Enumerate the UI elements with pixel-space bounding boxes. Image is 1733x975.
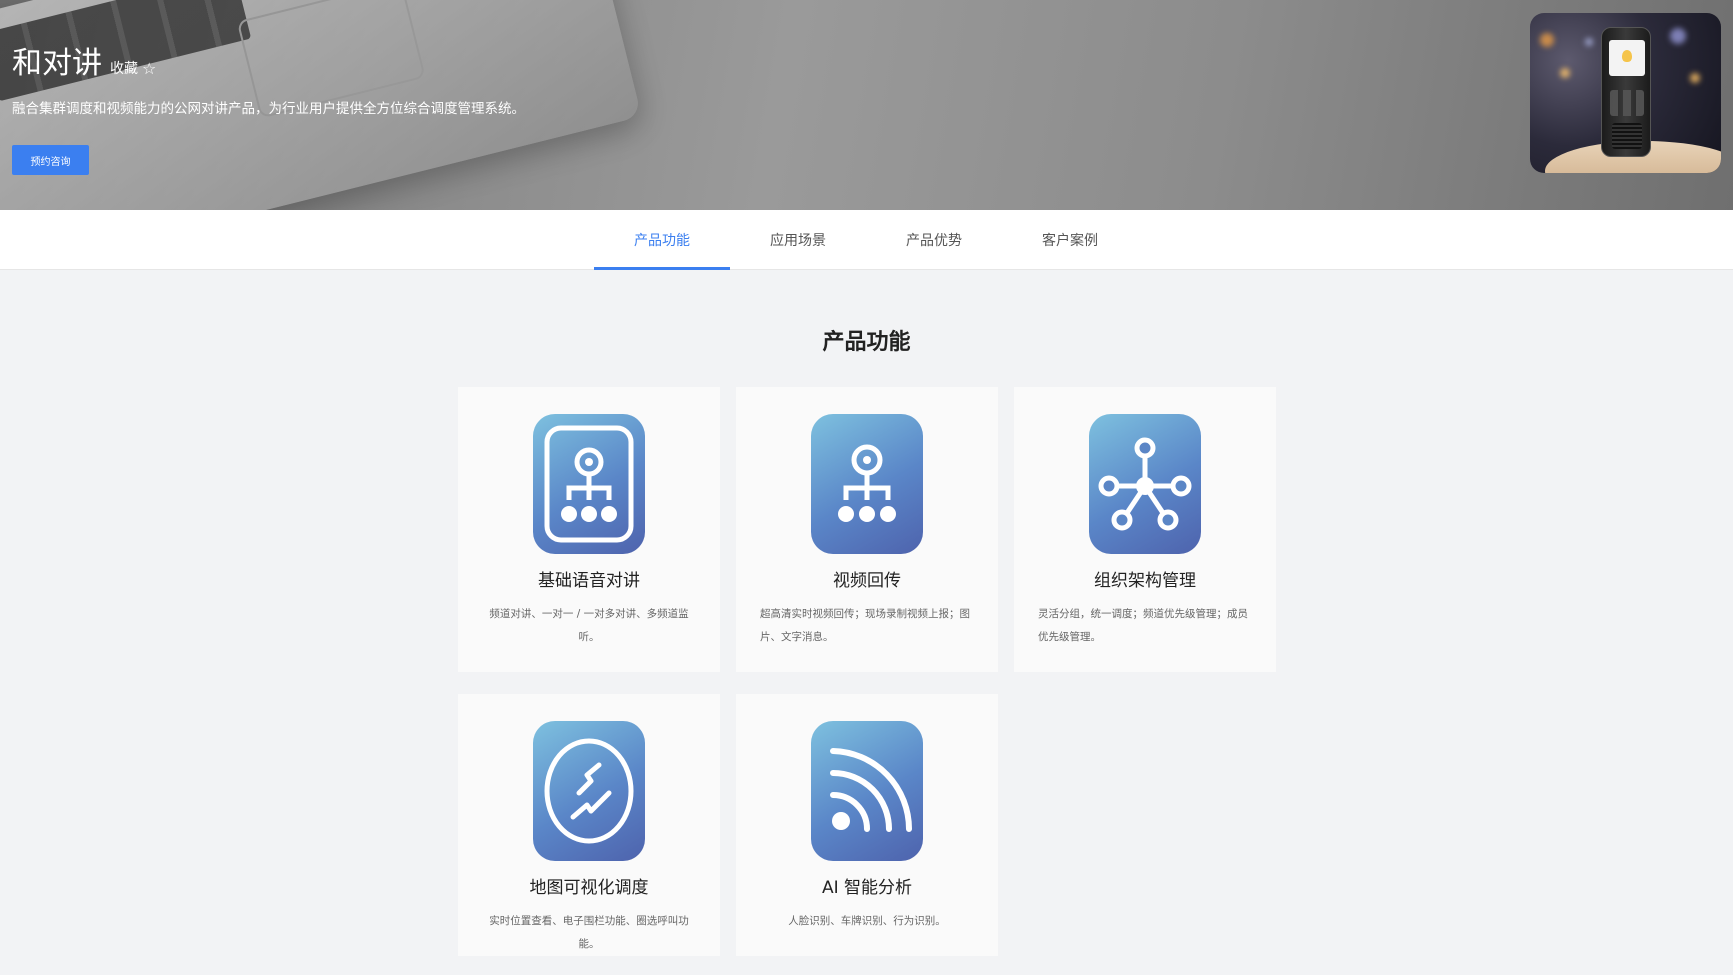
feature-title: 基础语音对讲 <box>538 571 640 591</box>
map-route-icon <box>533 721 645 861</box>
org-chart-icon <box>811 414 923 554</box>
feature-title: 视频回传 <box>833 571 901 591</box>
tab-product-advantages[interactable]: 产品优势 <box>866 210 1002 270</box>
device-speaker-grill <box>1612 123 1642 149</box>
walkie-talkie-device <box>1601 27 1651 157</box>
tab-label: 客户案例 <box>1042 233 1098 249</box>
feature-title: 组织架构管理 <box>1094 571 1196 591</box>
feature-card-video[interactable]: 视频回传 超高清实时视频回传；现场录制视频上报；图片、文字消息。 <box>736 387 998 672</box>
hero-title-row: 和对讲 收藏 ☆ <box>12 38 156 82</box>
section-title: 产品功能 <box>822 330 911 355</box>
network-hub-icon <box>1089 414 1201 554</box>
favorite-label: 收藏 <box>110 61 138 77</box>
feature-description: 超高清实时视频回传；现场录制视频上报；图片、文字消息。 <box>760 608 970 643</box>
tab-label: 应用场景 <box>770 233 826 249</box>
product-description: 融合集群调度和视频能力的公网对讲产品，为行业用户提供全方位综合调度管理系统。 <box>12 101 525 117</box>
feature-description: 实时位置查看、电子围栏功能、圈选呼叫功能。 <box>489 915 689 950</box>
consult-button[interactable]: 预约咨询 <box>12 145 89 175</box>
device-screen <box>1609 40 1645 76</box>
tab-product-features[interactable]: 产品功能 <box>594 210 730 270</box>
star-outline-icon: ☆ <box>142 58 157 78</box>
feature-description: 人脸识别、车牌识别、行为识别。 <box>788 915 946 927</box>
device-keypad <box>1610 90 1644 116</box>
product-title: 和对讲 <box>12 46 102 81</box>
feature-title: AI 智能分析 <box>821 878 913 898</box>
favorite-button[interactable]: 收藏 ☆ <box>110 58 156 78</box>
hero-banner: 和对讲 收藏 ☆ 融合集群调度和视频能力的公网对讲产品，为行业用户提供全方位综合… <box>0 0 1733 210</box>
feature-card-voice[interactable]: 基础语音对讲 频道对讲、一对一 / 一对多对讲、多频道监听。 <box>458 387 720 672</box>
feature-description: 频道对讲、一对一 / 一对多对讲、多频道监听。 <box>489 608 689 643</box>
feature-card-map[interactable]: 地图可视化调度 实时位置查看、电子围栏功能、圈选呼叫功能。 <box>458 694 720 956</box>
tab-application-scenarios[interactable]: 应用场景 <box>730 210 866 270</box>
tab-label: 产品功能 <box>634 233 690 249</box>
feature-title: 地图可视化调度 <box>529 878 649 898</box>
product-image <box>1530 13 1721 173</box>
tab-label: 产品优势 <box>906 233 962 249</box>
feature-card-organization[interactable]: 组织架构管理 灵活分组，统一调度；频道优先级管理；成员优先级管理。 <box>1014 387 1276 672</box>
tab-customer-cases[interactable]: 客户案例 <box>1002 210 1138 270</box>
signal-waves-icon <box>811 721 923 861</box>
org-chart-framed-icon <box>533 414 645 554</box>
feature-card-ai[interactable]: AI 智能分析 人脸识别、车牌识别、行为识别。 <box>736 694 998 956</box>
feature-description: 灵活分组，统一调度；频道优先级管理；成员优先级管理。 <box>1038 608 1248 643</box>
section-tab-bar: 产品功能 应用场景 产品优势 客户案例 <box>0 210 1733 270</box>
